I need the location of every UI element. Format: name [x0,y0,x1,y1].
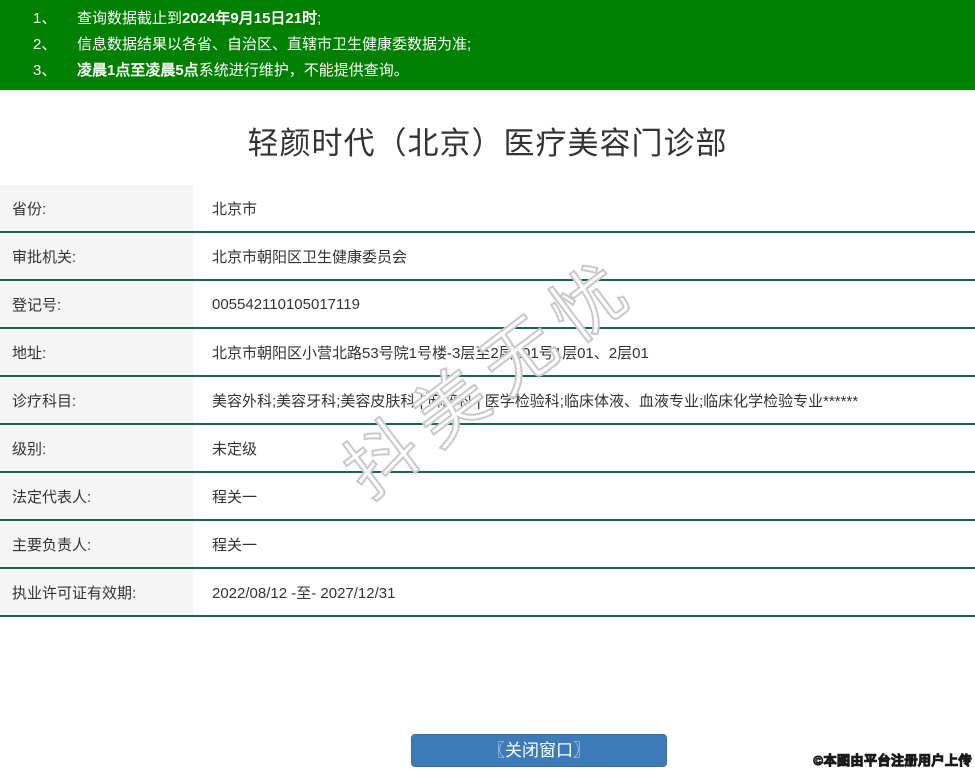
table-row-person-in-charge: 主要负责人: 程关一 [0,521,975,569]
table-row-medical-subjects: 诊疗科目: 美容外科;美容牙科;美容皮肤科 | 麻醉科 | 医学检验科;临床体液… [0,377,975,425]
row-value: 程关一 [193,521,975,567]
copyright-note: ©本图由平台注册用户上传 [813,753,972,769]
notice-text: 信息数据结果以各省、自治区、直辖市卫生健康委数据为准; [77,36,472,53]
close-window-button[interactable]: 〖关闭窗口〗 [411,734,667,767]
notice-number: 2、 [33,36,57,53]
notice-number: 1、 [33,10,57,27]
notice-text-bold: 凌晨1点至凌晨5点 [77,62,199,79]
row-label: 级别: [0,425,193,471]
notice-line-3: 3、 凌晨1点至凌晨5点系统进行维护，不能提供查询。 [33,58,965,84]
row-value: 2022/08/12 -至- 2027/12/31 [193,569,975,615]
table-row-level: 级别: 未定级 [0,425,975,473]
row-label: 登记号: [0,281,193,327]
notice-text: 查询数据截止到 [77,10,183,27]
row-label: 主要负责人: [0,521,193,567]
row-value: 未定级 [193,425,975,471]
info-table: 省份: 北京市 审批机关: 北京市朝阳区卫生健康委员会 登记号: 0055421… [0,185,975,617]
license-query-page: 1、 查询数据截止到2024年9月15日21时; 2、 信息数据结果以各省、自治区、… [0,0,975,770]
row-label: 审批机关: [0,233,193,279]
row-label: 诊疗科目: [0,377,193,423]
page-title: 轻颜时代（北京）医疗美容门诊部 [247,126,728,161]
table-row-approval-authority: 审批机关: 北京市朝阳区卫生健康委员会 [0,233,975,281]
row-value: 005542110105017119 [193,281,975,327]
row-value: 美容外科;美容牙科;美容皮肤科 | 麻醉科 | 医学检验科;临床体液、血液专业;… [193,377,975,423]
notice-text-bold: 2024年9月15日21时 [182,10,318,27]
row-value: 北京市 [193,185,975,231]
table-row-registration-number: 登记号: 005542110105017119 [0,281,975,329]
row-label: 地址: [0,329,193,375]
table-row-legal-representative: 法定代表人: 程关一 [0,473,975,521]
table-row-license-validity: 执业许可证有效期: 2022/08/12 -至- 2027/12/31 [0,569,975,617]
notice-line-2: 2、 信息数据结果以各省、自治区、直辖市卫生健康委数据为准; [33,32,965,58]
row-label: 省份: [0,185,193,231]
notice-banner: 1、 查询数据截止到2024年9月15日21时; 2、 信息数据结果以各省、自治区、… [0,0,975,90]
row-value: 北京市朝阳区小营北路53号院1号楼-3层至2层101号1层01、2层01 [193,329,975,375]
table-row-address: 地址: 北京市朝阳区小营北路53号院1号楼-3层至2层101号1层01、2层01 [0,329,975,377]
row-label: 法定代表人: [0,473,193,519]
notice-line-1: 1、 查询数据截止到2024年9月15日21时; [33,6,965,32]
row-label: 执业许可证有效期: [0,569,193,615]
notice-number: 3、 [33,62,57,79]
table-row-province: 省份: 北京市 [0,185,975,233]
row-value: 北京市朝阳区卫生健康委员会 [193,233,975,279]
notice-text-post: ; [317,10,322,27]
row-value: 程关一 [193,473,975,519]
notice-text-post: 系统进行维护，不能提供查询。 [198,62,409,79]
